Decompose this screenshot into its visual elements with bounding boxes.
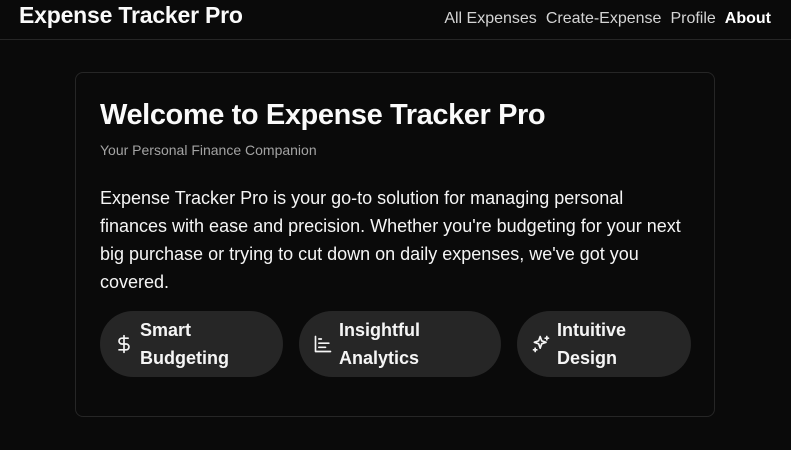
feature-insightful-analytics[interactable]: Insightful Analytics	[299, 311, 501, 377]
feature-label-line: Smart	[140, 320, 192, 340]
nav-links: All Expenses Create-Expense Profile Abou…	[444, 8, 771, 30]
feature-smart-budgeting[interactable]: Smart Budgeting	[100, 311, 283, 377]
dollar-sign-icon	[114, 334, 134, 354]
feature-label-line: Intuitive	[557, 320, 627, 340]
app-brand[interactable]: Expense Tracker Pro	[19, 2, 243, 29]
feature-label: Smart Budgeting	[140, 316, 229, 372]
nav-link-create-expense[interactable]: Create-Expense	[546, 10, 662, 28]
page-title: Welcome to Expense Tracker Pro	[100, 99, 546, 131]
page-subtitle: Your Personal Finance Companion	[100, 142, 317, 158]
feature-label: Insightful Analytics	[339, 316, 420, 372]
bar-chart-icon	[313, 334, 333, 354]
about-description: Expense Tracker Pro is your go-to soluti…	[100, 188, 681, 292]
feature-label-line: Budgeting	[140, 348, 229, 368]
sparkles-icon	[531, 334, 551, 354]
top-navbar: Expense Tracker Pro All Expenses Create-…	[0, 0, 791, 40]
feature-label-line: Insightful	[339, 320, 420, 340]
about-card: Welcome to Expense Tracker Pro Your Pers…	[75, 72, 715, 417]
feature-label-line: Design	[557, 348, 618, 368]
feature-label: Intuitive Design	[557, 316, 626, 372]
feature-label-line: Analytics	[339, 348, 420, 368]
nav-link-all-expenses[interactable]: All Expenses	[444, 10, 537, 28]
nav-link-profile[interactable]: Profile	[670, 10, 715, 28]
feature-intuitive-design[interactable]: Intuitive Design	[517, 311, 691, 377]
nav-link-about[interactable]: About	[725, 10, 771, 28]
